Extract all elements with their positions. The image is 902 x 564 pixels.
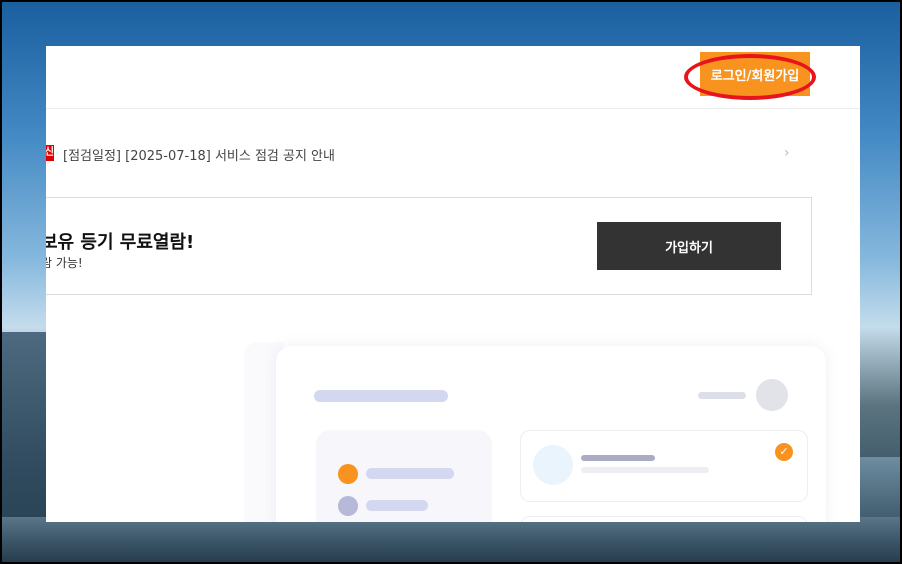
notice-text[interactable]: [점검일정] [2025-07-18] 서비스 점검 공지 안내: [63, 145, 335, 164]
illustration-item-card: [520, 516, 808, 522]
site-header: 로그인/회원가입: [46, 46, 860, 109]
illustration-list-panel: [316, 430, 492, 522]
illustration-title-bar: [314, 390, 448, 402]
login-signup-button[interactable]: 로그인/회원가입: [700, 52, 810, 96]
avatar-placeholder: [756, 379, 788, 411]
list-bullet-gray: [338, 496, 358, 516]
item-desc-line: [581, 467, 709, 473]
promo-title: 보유 등기 무료열람!: [46, 232, 195, 253]
join-button[interactable]: 가입하기: [597, 222, 781, 270]
item-title-line: [581, 455, 655, 461]
notice-badge: 신: [46, 145, 54, 161]
list-line: [366, 468, 454, 479]
web-page-panel: 로그인/회원가입 신 [점검일정] [2025-07-18] 서비스 점검 공지…: [46, 46, 860, 522]
illustration-card: ✓: [276, 346, 826, 522]
check-icon: ✓: [775, 443, 793, 461]
background-mountain-bottom: [2, 517, 900, 562]
promo-subtitle: 람 가능!: [46, 256, 83, 270]
notice-bar[interactable]: 신 [점검일정] [2025-07-18] 서비스 점검 공지 안내 ›: [46, 136, 860, 172]
illustration-name-bar: [698, 392, 746, 399]
promo-banner: 보유 등기 무료열람! 람 가능! 가입하기: [46, 197, 812, 295]
list-bullet-orange: [338, 464, 358, 484]
item-icon-placeholder: [533, 445, 573, 485]
chevron-right-icon[interactable]: ›: [784, 145, 790, 161]
illustration-item-card: ✓: [520, 430, 808, 502]
list-line: [366, 500, 428, 511]
desktop-background: 로그인/회원가입 신 [점검일정] [2025-07-18] 서비스 점검 공지…: [0, 0, 902, 564]
hero-illustration: ✓: [244, 342, 826, 522]
